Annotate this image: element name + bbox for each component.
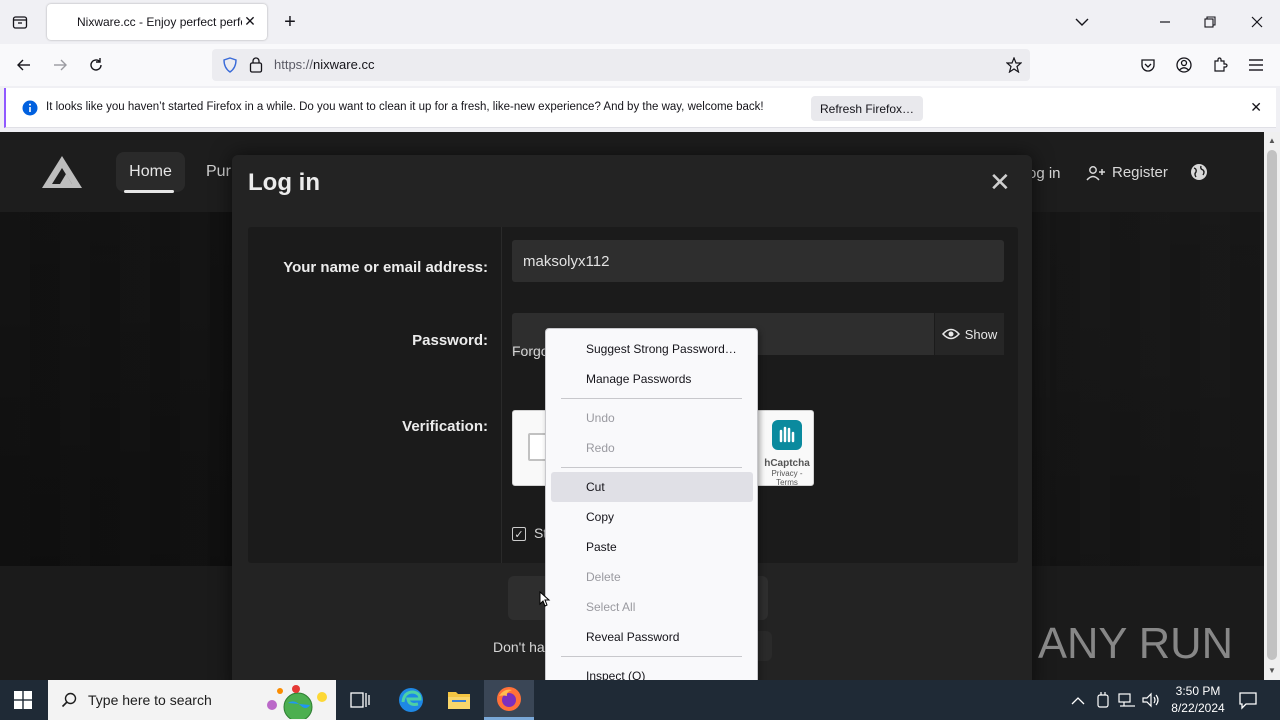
menu-icon[interactable] bbox=[1246, 55, 1266, 75]
taskbar-firefox[interactable] bbox=[484, 680, 534, 720]
tab-bar: Nixware.cc - Enjoy perfect perfo ✕ + bbox=[0, 0, 1280, 44]
list-tabs-icon[interactable] bbox=[1072, 12, 1092, 32]
account-icon[interactable] bbox=[1174, 55, 1194, 75]
info-icon bbox=[22, 100, 38, 121]
scroll-down-icon[interactable]: ▼ bbox=[1268, 666, 1276, 675]
reload-icon[interactable] bbox=[86, 55, 106, 75]
watermark-text: ANY RUN bbox=[1038, 619, 1233, 668]
menu-item-select-all[interactable]: Select All bbox=[551, 592, 753, 622]
show-password-label: Show bbox=[964, 326, 998, 342]
notification-center-icon[interactable] bbox=[1238, 690, 1258, 715]
notification-bar: It looks like you haven’t started Firefo… bbox=[4, 88, 1276, 128]
username-label: Your name or email address: bbox=[283, 259, 488, 276]
menu-separator bbox=[561, 398, 742, 399]
network-icon[interactable] bbox=[1118, 692, 1136, 713]
search-highlight-icon bbox=[267, 685, 327, 719]
pocket-icon[interactable] bbox=[1138, 55, 1158, 75]
notification-close-icon[interactable]: ✕ bbox=[1250, 99, 1262, 116]
edge-icon[interactable] bbox=[398, 687, 424, 718]
menu-item-undo[interactable]: Undo bbox=[551, 403, 753, 433]
taskbar-search[interactable]: Type here to search bbox=[48, 680, 336, 720]
browser-tab[interactable]: Nixware.cc - Enjoy perfect perfo ✕ bbox=[47, 4, 267, 40]
mouse-cursor bbox=[539, 591, 551, 607]
eye-icon bbox=[941, 328, 960, 340]
new-tab-icon[interactable]: + bbox=[280, 11, 300, 33]
hcaptcha-brand: hCaptcha Privacy - Terms bbox=[761, 419, 813, 487]
scrollbar-thumb[interactable] bbox=[1267, 150, 1277, 660]
forward-icon[interactable] bbox=[50, 55, 70, 75]
scroll-up-icon[interactable]: ▲ bbox=[1268, 136, 1276, 145]
no-account-text: Don't ha bbox=[493, 639, 545, 655]
taskbar-clock[interactable]: 3:50 PM 8/22/2024 bbox=[1168, 683, 1228, 717]
modal-title: Log in bbox=[248, 169, 320, 196]
tray-chevron-icon[interactable] bbox=[1071, 693, 1085, 711]
close-window-icon[interactable] bbox=[1247, 12, 1267, 32]
username-value: maksolyx112 bbox=[523, 253, 610, 270]
search-icon bbox=[61, 692, 77, 708]
verification-label: Verification: bbox=[402, 418, 488, 435]
username-field[interactable]: maksolyx112 bbox=[512, 240, 1004, 282]
show-password-button[interactable]: Show bbox=[934, 313, 1004, 355]
minimize-icon[interactable] bbox=[1155, 12, 1175, 32]
file-explorer-icon[interactable] bbox=[447, 689, 471, 716]
tray-device-icon[interactable] bbox=[1096, 691, 1110, 714]
volume-icon[interactable] bbox=[1142, 691, 1160, 714]
hcaptcha-logo-icon bbox=[772, 420, 802, 450]
password-label: Password: bbox=[412, 332, 488, 349]
menu-item-copy[interactable]: Copy bbox=[551, 502, 753, 532]
url-domain: nixware.cc bbox=[313, 57, 375, 72]
windows-taskbar: Type here to search 3:50 PM 8/22/2024 bbox=[0, 680, 1280, 720]
menu-item-suggest-password[interactable]: Suggest Strong Password… bbox=[551, 334, 753, 364]
hcaptcha-name: hCaptcha bbox=[764, 458, 810, 469]
menu-item-manage-passwords[interactable]: Manage Passwords bbox=[551, 364, 753, 394]
nav-register[interactable]: Register bbox=[1086, 164, 1168, 181]
search-placeholder: Type here to search bbox=[88, 692, 212, 708]
nav-home[interactable]: Home bbox=[116, 152, 185, 192]
anyrun-watermark: ANY RUN bbox=[1038, 619, 1233, 668]
tracking-protection-icon[interactable] bbox=[222, 57, 238, 78]
tab-title: Nixware.cc - Enjoy perfect perfo bbox=[77, 15, 242, 29]
clock-time: 3:50 PM bbox=[1175, 684, 1221, 698]
menu-item-cut[interactable]: Cut bbox=[551, 472, 753, 502]
lock-icon[interactable] bbox=[249, 56, 263, 78]
hcaptcha-terms-link[interactable]: Privacy - Terms bbox=[761, 469, 813, 487]
stay-logged-in-checkbox[interactable]: ✓ bbox=[512, 527, 526, 541]
url-bar[interactable]: https://nixware.cc bbox=[212, 49, 1030, 81]
menu-separator bbox=[561, 467, 742, 468]
context-menu: Suggest Strong Password… Manage Password… bbox=[545, 328, 758, 694]
nav-active-indicator bbox=[124, 190, 174, 193]
modal-close-icon[interactable]: ✕ bbox=[989, 169, 1011, 195]
site-logo[interactable] bbox=[40, 154, 84, 190]
restore-icon[interactable] bbox=[1200, 12, 1220, 32]
refresh-firefox-button[interactable]: Refresh Firefox… bbox=[811, 96, 923, 121]
menu-item-delete[interactable]: Delete bbox=[551, 562, 753, 592]
nav-purchase[interactable]: Pur bbox=[206, 163, 231, 181]
page-scrollbar[interactable]: ▲ ▼ bbox=[1264, 132, 1280, 680]
tab-overview-icon[interactable] bbox=[10, 12, 30, 32]
menu-item-redo[interactable]: Redo bbox=[551, 433, 753, 463]
bookmark-star-icon[interactable] bbox=[1005, 56, 1023, 78]
menu-separator bbox=[561, 656, 742, 657]
form-divider bbox=[501, 227, 502, 563]
notification-text: It looks like you haven’t started Firefo… bbox=[46, 101, 764, 113]
nav-login[interactable]: og in bbox=[1028, 165, 1061, 182]
tab-close-icon[interactable]: ✕ bbox=[241, 12, 259, 30]
nav-register-label: Register bbox=[1112, 164, 1168, 181]
url-text[interactable]: https://nixware.cc bbox=[274, 57, 374, 72]
extensions-icon[interactable] bbox=[1210, 55, 1230, 75]
url-protocol: https:// bbox=[274, 57, 314, 72]
windows-start-icon[interactable] bbox=[14, 691, 32, 714]
globe-icon[interactable] bbox=[1190, 163, 1208, 181]
task-view-icon[interactable] bbox=[350, 691, 370, 714]
menu-item-paste[interactable]: Paste bbox=[551, 532, 753, 562]
clock-date: 8/22/2024 bbox=[1171, 701, 1225, 715]
forgot-password-link[interactable]: Forgo bbox=[512, 343, 549, 359]
firefox-icon bbox=[497, 687, 521, 711]
navigation-toolbar: https://nixware.cc bbox=[0, 44, 1280, 86]
add-user-icon bbox=[1086, 165, 1105, 181]
menu-item-reveal-password[interactable]: Reveal Password bbox=[551, 622, 753, 652]
back-icon[interactable] bbox=[14, 55, 34, 75]
